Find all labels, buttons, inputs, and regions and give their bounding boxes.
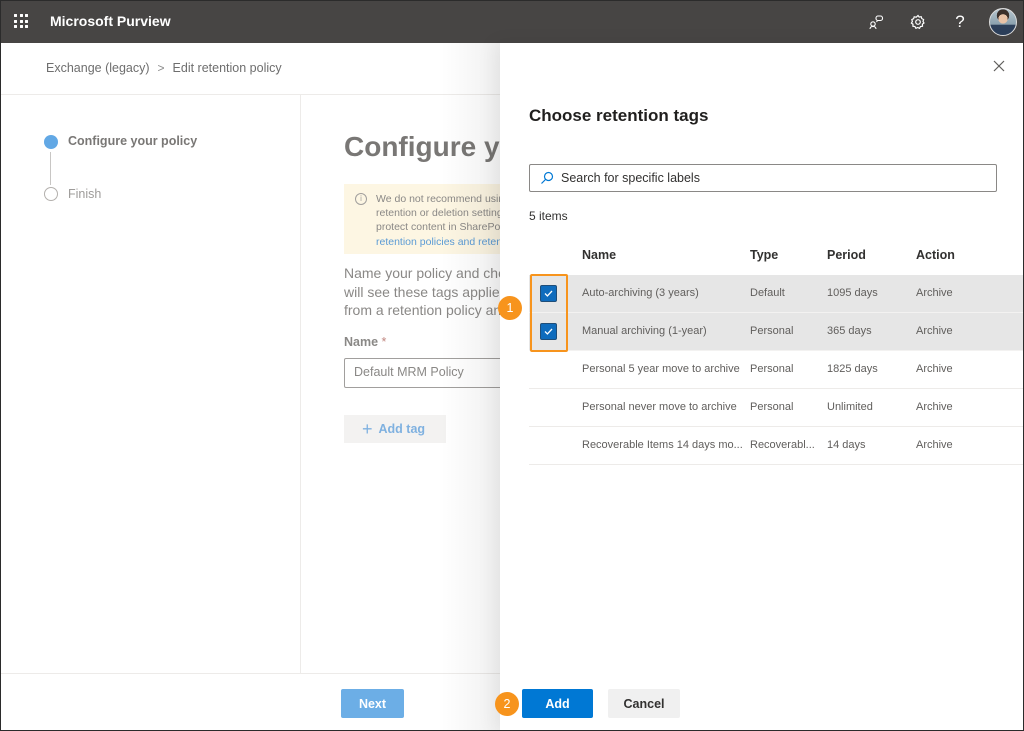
- help-icon[interactable]: ?: [949, 11, 971, 33]
- cell-period: 365 days: [827, 325, 872, 337]
- breadcrumb-separator-icon: >: [157, 61, 165, 75]
- info-icon: i: [355, 193, 367, 205]
- breadcrumb-exchange-legacy[interactable]: Exchange (legacy): [46, 61, 150, 75]
- column-header-period[interactable]: Period: [827, 248, 866, 262]
- table-row[interactable]: Auto-archiving (3 years) Default 1095 da…: [529, 275, 1023, 313]
- panel-overlay-shadow: [441, 43, 501, 730]
- step-finish: Finish: [68, 187, 102, 201]
- required-marker: *: [381, 335, 387, 349]
- add-button[interactable]: Add: [522, 689, 593, 718]
- step-connector: [50, 152, 51, 185]
- app-window: Microsoft Purview ? Exchange (legacy) > …: [1, 1, 1023, 730]
- table-row[interactable]: Recoverable Items 14 days mo... Recovera…: [529, 427, 1023, 465]
- cell-type: Personal: [750, 363, 794, 375]
- breadcrumb: Exchange (legacy) > Edit retention polic…: [46, 61, 282, 75]
- column-header-type[interactable]: Type: [750, 248, 778, 262]
- settings-icon[interactable]: [907, 11, 929, 33]
- cell-type: Personal: [750, 401, 794, 413]
- callout-highlight-checkboxes: [530, 274, 568, 352]
- table-row[interactable]: Personal never move to archive Personal …: [529, 389, 1023, 427]
- close-icon[interactable]: [990, 57, 1008, 75]
- cell-period: 1095 days: [827, 287, 878, 299]
- step-upcoming-indicator-icon: [44, 187, 58, 201]
- app-title: Microsoft Purview: [50, 13, 171, 29]
- cell-name: Manual archiving (1-year): [582, 325, 707, 337]
- community-icon[interactable]: [865, 11, 887, 33]
- cell-name: Auto-archiving (3 years): [582, 287, 699, 299]
- cell-period: 14 days: [827, 439, 866, 451]
- app-launcher-icon[interactable]: [14, 14, 28, 28]
- breadcrumb-current: Edit retention policy: [172, 61, 282, 75]
- wizard-steps-column: [1, 95, 301, 673]
- cell-period: 1825 days: [827, 363, 878, 375]
- panel-title: Choose retention tags: [529, 106, 709, 125]
- cell-action: Archive: [916, 325, 953, 337]
- plus-icon: +: [362, 419, 373, 439]
- table-header: Name Type Period Action: [529, 239, 1023, 275]
- add-tag-label: Add tag: [378, 422, 426, 436]
- table-row[interactable]: Manual archiving (1-year) Personal 365 d…: [529, 313, 1023, 351]
- callout-badge-1: 1: [498, 296, 522, 320]
- cell-action: Archive: [916, 363, 953, 375]
- column-header-name[interactable]: Name: [582, 248, 616, 262]
- top-bar: Microsoft Purview ?: [1, 1, 1023, 43]
- cell-type: Recoverabl...: [750, 439, 815, 451]
- callout-badge-2: 2: [495, 692, 519, 716]
- cell-name: Recoverable Items 14 days mo...: [582, 439, 743, 451]
- name-field-label: Name *: [344, 335, 386, 349]
- cell-type: Personal: [750, 325, 794, 337]
- cell-name: Personal never move to archive: [582, 401, 737, 413]
- user-avatar[interactable]: [989, 8, 1017, 36]
- column-header-action[interactable]: Action: [916, 248, 955, 262]
- add-tag-button[interactable]: + Add tag: [344, 415, 446, 443]
- items-count: 5 items: [529, 209, 568, 223]
- search-icon: [541, 171, 554, 184]
- cell-period: Unlimited: [827, 401, 873, 413]
- search-placeholder: Search for specific labels: [561, 171, 700, 185]
- cell-name: Personal 5 year move to archive: [582, 363, 740, 375]
- choose-retention-tags-panel: Choose retention tags Search for specifi…: [500, 43, 1023, 730]
- cell-action: Archive: [916, 401, 953, 413]
- name-label-text: Name: [344, 335, 379, 349]
- cancel-button[interactable]: Cancel: [608, 689, 680, 718]
- cell-type: Default: [750, 287, 785, 299]
- step-current-indicator-icon: [44, 135, 58, 149]
- table-row[interactable]: Personal 5 year move to archive Personal…: [529, 351, 1023, 389]
- footer-divider: [1, 673, 501, 674]
- next-button[interactable]: Next: [341, 689, 404, 718]
- cell-action: Archive: [916, 287, 953, 299]
- step-configure-policy: Configure your policy: [68, 134, 198, 148]
- retention-tags-table: Name Type Period Action Auto-archiving (…: [529, 239, 1023, 465]
- cell-action: Archive: [916, 439, 953, 451]
- search-labels-input[interactable]: Search for specific labels: [529, 164, 997, 192]
